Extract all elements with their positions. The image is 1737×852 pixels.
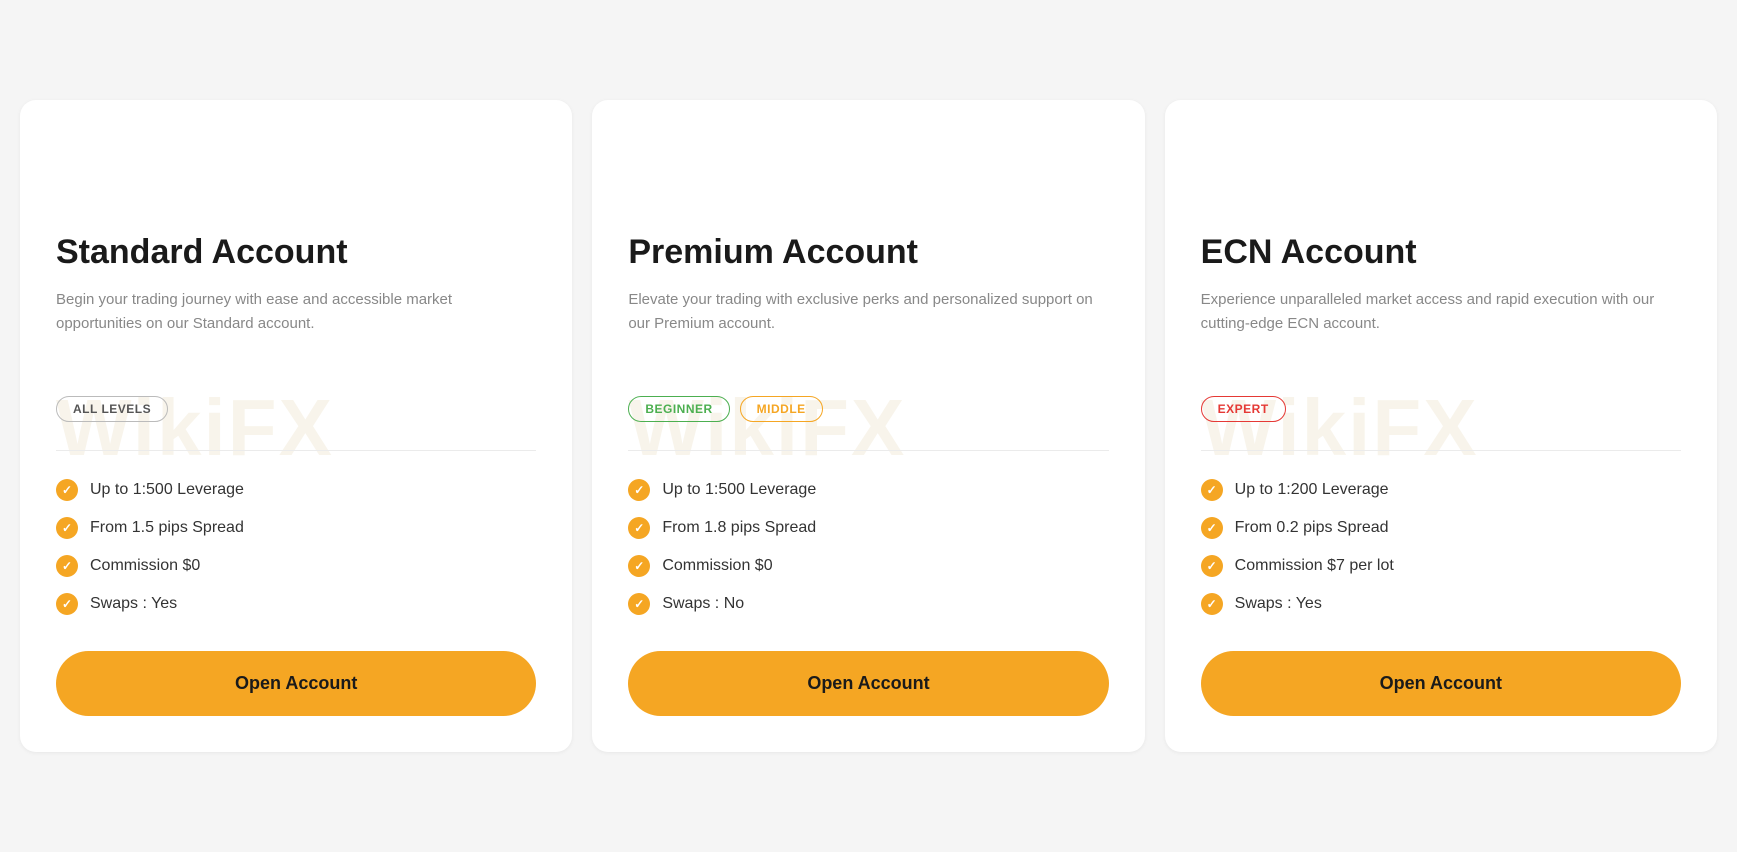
feature-item: Up to 1:200 Leverage [1201, 479, 1681, 501]
divider [56, 450, 536, 451]
feature-text: From 0.2 pips Spread [1235, 519, 1389, 537]
feature-item: Swaps : No [628, 593, 1108, 615]
feature-item: From 0.2 pips Spread [1201, 517, 1681, 539]
badge-beginner: BEGINNER [628, 396, 729, 422]
check-icon [56, 555, 78, 577]
check-icon [56, 517, 78, 539]
check-icon [56, 479, 78, 501]
check-icon [628, 555, 650, 577]
card-ecn: WikiFXECN AccountExperience unparalleled… [1165, 100, 1717, 753]
badges-row-standard: ALL LEVELS [56, 396, 536, 422]
badges-row-premium: BEGINNER MIDDLE [628, 396, 1108, 422]
check-icon [628, 479, 650, 501]
badge-expert: EXPERT [1201, 396, 1286, 422]
check-icon [56, 593, 78, 615]
divider [628, 450, 1108, 451]
open-account-button-ecn[interactable]: Open Account [1201, 651, 1681, 716]
card-premium: WikiFXPremium AccountElevate your tradin… [592, 100, 1144, 753]
check-icon [1201, 479, 1223, 501]
check-icon [1201, 593, 1223, 615]
feature-item: Swaps : Yes [1201, 593, 1681, 615]
feature-item: Commission $0 [56, 555, 536, 577]
feature-text: Commission $7 per lot [1235, 557, 1394, 575]
feature-text: Up to 1:500 Leverage [90, 481, 244, 499]
features-list-ecn: Up to 1:200 Leverage From 0.2 pips Spread… [1201, 479, 1681, 615]
feature-text: Swaps : No [662, 595, 744, 613]
feature-text: Commission $0 [90, 557, 200, 575]
divider [1201, 450, 1681, 451]
badge-middle: MIDDLE [740, 396, 823, 422]
card-title-standard: Standard Account [56, 232, 536, 273]
feature-text: From 1.8 pips Spread [662, 519, 816, 537]
feature-item: From 1.8 pips Spread [628, 517, 1108, 539]
feature-item: Swaps : Yes [56, 593, 536, 615]
feature-item: Commission $7 per lot [1201, 555, 1681, 577]
open-account-button-premium[interactable]: Open Account [628, 651, 1108, 716]
card-description-ecn: Experience unparalleled market access an… [1201, 288, 1681, 368]
feature-item: Commission $0 [628, 555, 1108, 577]
feature-text: Up to 1:500 Leverage [662, 481, 816, 499]
card-standard: WikiFXStandard AccountBegin your trading… [20, 100, 572, 753]
feature-text: Up to 1:200 Leverage [1235, 481, 1389, 499]
features-list-premium: Up to 1:500 Leverage From 1.8 pips Spread… [628, 479, 1108, 615]
feature-text: Swaps : Yes [90, 595, 177, 613]
feature-text: Commission $0 [662, 557, 772, 575]
feature-text: Swaps : Yes [1235, 595, 1322, 613]
open-account-button-standard[interactable]: Open Account [56, 651, 536, 716]
check-icon [1201, 555, 1223, 577]
check-icon [628, 517, 650, 539]
badge-all: ALL LEVELS [56, 396, 168, 422]
feature-item: Up to 1:500 Leverage [628, 479, 1108, 501]
card-description-premium: Elevate your trading with exclusive perk… [628, 288, 1108, 368]
card-description-standard: Begin your trading journey with ease and… [56, 288, 536, 368]
check-icon [1201, 517, 1223, 539]
check-icon [628, 593, 650, 615]
features-list-standard: Up to 1:500 Leverage From 1.5 pips Spread… [56, 479, 536, 615]
card-title-premium: Premium Account [628, 232, 1108, 273]
cards-container: WikiFXStandard AccountBegin your trading… [20, 100, 1717, 753]
feature-item: Up to 1:500 Leverage [56, 479, 536, 501]
card-title-ecn: ECN Account [1201, 232, 1681, 273]
feature-text: From 1.5 pips Spread [90, 519, 244, 537]
badges-row-ecn: EXPERT [1201, 396, 1681, 422]
feature-item: From 1.5 pips Spread [56, 517, 536, 539]
